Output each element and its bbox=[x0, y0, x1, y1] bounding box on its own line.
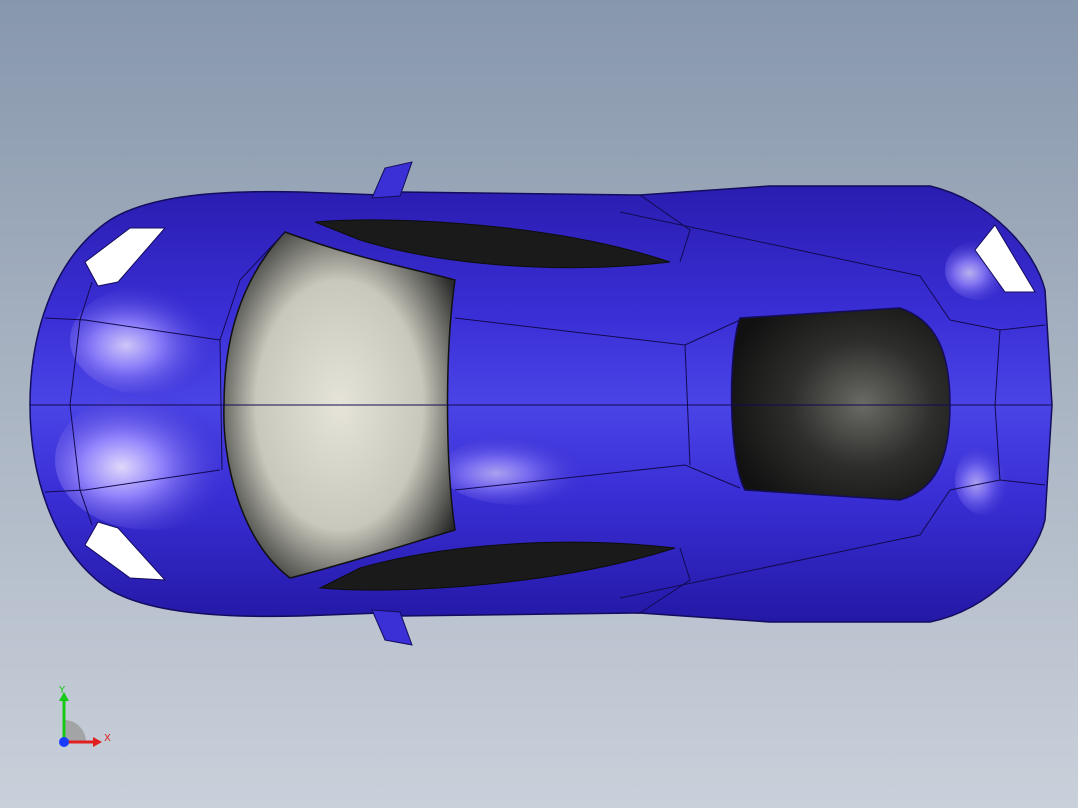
graphics-viewport[interactable]: Y X bbox=[0, 0, 1078, 808]
x-axis-label: X bbox=[104, 733, 111, 744]
roof-highlight bbox=[440, 435, 600, 505]
engine-cover bbox=[730, 307, 951, 501]
y-axis-label: Y bbox=[59, 685, 66, 696]
hood-highlight-top bbox=[70, 285, 230, 395]
hood-highlight-bottom bbox=[55, 390, 245, 530]
car-model-top-view[interactable] bbox=[0, 0, 1078, 808]
rear-highlight-2 bbox=[955, 445, 1015, 515]
coordinate-triad: Y X bbox=[50, 684, 120, 754]
x-axis-arrow bbox=[93, 737, 102, 747]
z-axis-dot bbox=[59, 737, 69, 747]
